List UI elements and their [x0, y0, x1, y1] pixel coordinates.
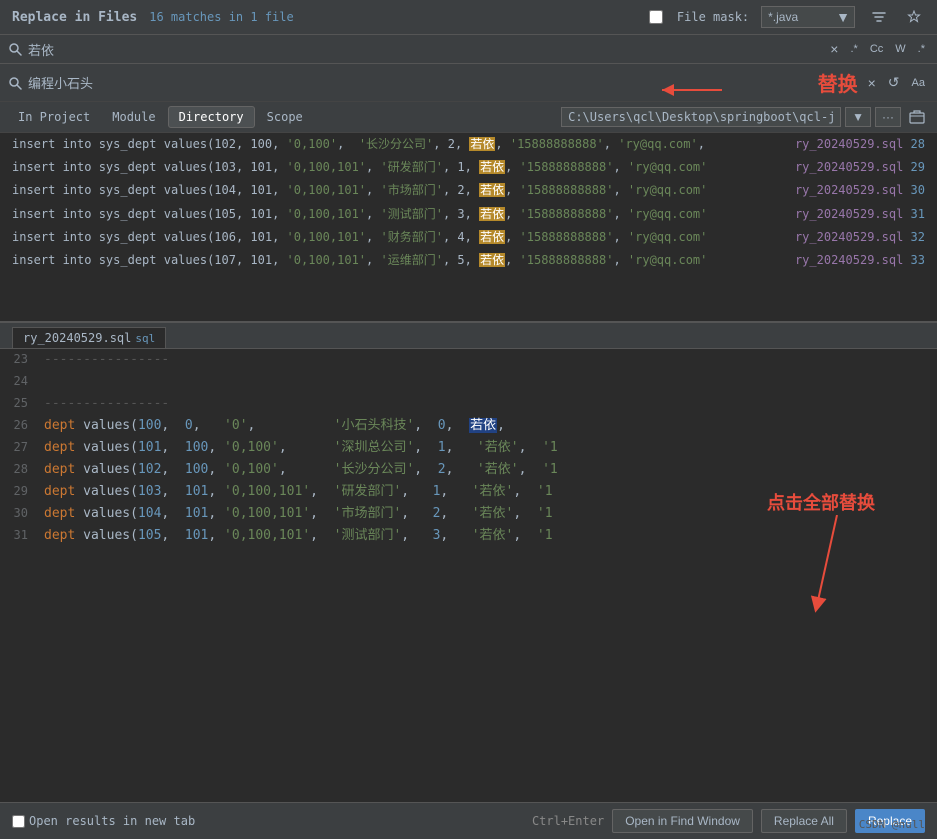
filter-icon-btn[interactable] — [867, 7, 891, 27]
search-magnifier-icon — [8, 42, 22, 56]
replace-row: 编程小石头 替换 × ↺ Aa — [0, 64, 937, 102]
tabs-row: In Project Module Directory Scope ▼ ··· — [0, 102, 937, 133]
replace-undo-btn[interactable]: ↺ — [884, 72, 904, 93]
top-bar: Replace in Files 16 matches in 1 file Fi… — [0, 0, 937, 35]
search-icon — [8, 42, 22, 56]
code-line-30: 30 dept values(104, 101, '0,100,101', '市… — [0, 503, 937, 525]
open-results-checkbox[interactable] — [12, 815, 25, 828]
replace-search-icon — [8, 76, 22, 90]
file-mask-label: File mask: — [677, 10, 749, 24]
replace-all-btn[interactable]: Replace All — [761, 809, 847, 833]
file-mask-checkbox[interactable] — [649, 10, 663, 24]
filter-icon — [871, 9, 887, 25]
file-mask-input[interactable] — [762, 8, 832, 26]
shortcut-hint: Ctrl+Enter — [532, 814, 604, 828]
code-line-31: 31 dept values(105, 101, '0,100,101', '测… — [0, 525, 937, 547]
code-area[interactable]: 23 ---------------- 24 25 --------------… — [0, 349, 937, 689]
dir-action-btn[interactable] — [905, 107, 929, 127]
code-line-24: 24 — [0, 371, 937, 393]
search-row: 若依 × .* Cc W .* — [0, 35, 937, 64]
search-value: 若依 — [28, 40, 820, 59]
pin-icon — [907, 10, 921, 24]
code-line-29: 29 dept values(103, 101, '0,100,101', '研… — [0, 481, 937, 503]
search-actions: × .* Cc W .* — [826, 39, 929, 59]
file-tab[interactable]: ry_20240529.sql sql — [12, 327, 166, 348]
open-results-label: Open results in new tab — [29, 814, 195, 828]
tab-in-project[interactable]: In Project — [8, 107, 100, 127]
dialog-title: Replace in Files — [12, 10, 137, 25]
bottom-bar: Open results in new tab Ctrl+Enter Open … — [0, 802, 937, 839]
replace-case-btn[interactable]: Aa — [908, 72, 929, 93]
code-line-27: 27 dept values(101, 100, '0,100', '深圳总公司… — [0, 437, 937, 459]
match-count: 16 matches in 1 file — [149, 10, 294, 24]
dir-path-input[interactable] — [561, 107, 841, 127]
pin-icon-btn[interactable] — [903, 8, 925, 26]
result-row[interactable]: insert into sys_dept values(103, 101, '0… — [0, 156, 937, 179]
file-mask-wrapper: ▼ — [761, 6, 855, 28]
tab-scope[interactable]: Scope — [257, 107, 313, 127]
search-regex-btn[interactable]: .* — [846, 41, 861, 57]
dir-dropdown-btn[interactable]: ▼ — [845, 107, 871, 127]
replace-value: 编程小石头 — [28, 73, 666, 92]
file-tab-bar: ry_20240529.sql sql — [0, 323, 937, 349]
file-lang-badge: sql — [135, 332, 155, 345]
replace-label-annotation: 替换 — [818, 68, 858, 97]
replace-clear-btn[interactable]: × — [864, 72, 880, 93]
code-line-26: 26 dept values(100, 0, '0', '小石头科技', 0, … — [0, 415, 937, 437]
result-row[interactable]: insert into sys_dept values(105, 101, '0… — [0, 203, 937, 226]
open-results-checkbox-label[interactable]: Open results in new tab — [12, 814, 195, 828]
search-dot-btn[interactable]: .* — [914, 41, 929, 57]
dir-open-icon — [909, 109, 925, 125]
results-list[interactable]: insert into sys_dept values(102, 100, '0… — [0, 133, 937, 323]
replace-arrow — [642, 75, 742, 105]
dir-input-container: ▼ ··· — [561, 107, 929, 127]
tab-module[interactable]: Module — [102, 107, 165, 127]
search-case-btn[interactable]: Cc — [866, 41, 887, 57]
file-mask-dropdown-btn[interactable]: ▼ — [832, 7, 854, 27]
code-line-28: 28 dept values(102, 100, '0,100', '长沙分公司… — [0, 459, 937, 481]
result-row[interactable]: insert into sys_dept values(107, 101, '0… — [0, 249, 937, 272]
replace-magnifier-icon — [8, 76, 22, 90]
result-row[interactable]: insert into sys_dept values(104, 101, '0… — [0, 179, 937, 202]
search-word-btn[interactable]: W — [891, 41, 909, 57]
replace-actions: × ↺ Aa — [864, 72, 929, 93]
result-row[interactable]: insert into sys_dept values(102, 100, '0… — [0, 133, 937, 156]
tab-directory[interactable]: Directory — [168, 106, 255, 128]
file-tab-name: ry_20240529.sql — [23, 331, 131, 345]
replace-btn[interactable]: Replace — [855, 809, 925, 833]
search-clear-btn[interactable]: × — [826, 39, 842, 59]
code-line-23: 23 ---------------- — [0, 349, 937, 371]
dir-more-btn[interactable]: ··· — [875, 107, 901, 127]
code-line-25: 25 ---------------- — [0, 393, 937, 415]
result-row[interactable]: insert into sys_dept values(106, 101, '0… — [0, 226, 937, 249]
open-find-window-btn[interactable]: Open in Find Window — [612, 809, 753, 833]
